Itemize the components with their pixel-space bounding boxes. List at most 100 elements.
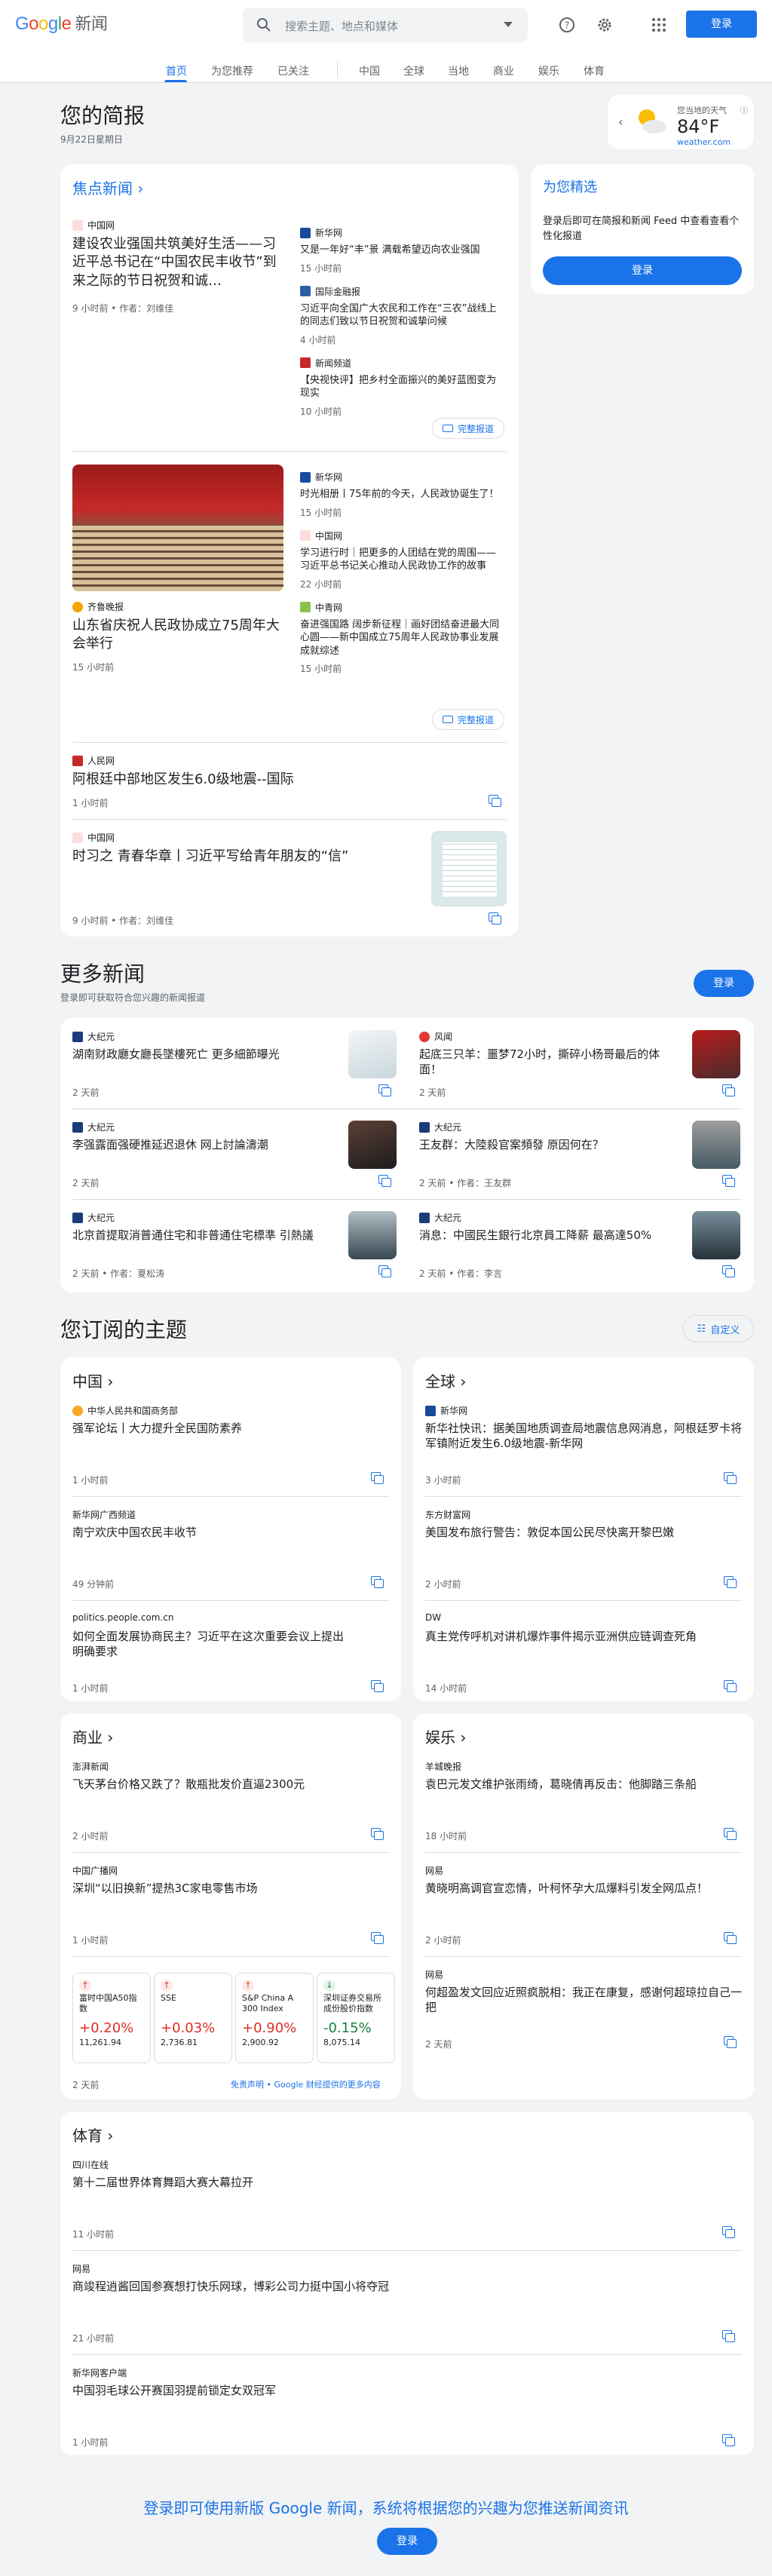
tab-entertainment[interactable]: 娱乐 bbox=[538, 63, 559, 78]
stock-card[interactable]: ↓ 深圳证券交易所成份股价指数 -0.15% 8,075.14 bbox=[317, 1973, 395, 2063]
full-coverage-icon[interactable] bbox=[377, 1264, 398, 1280]
full-coverage-icon[interactable] bbox=[369, 1930, 391, 1947]
full-coverage-icon[interactable] bbox=[487, 793, 508, 810]
tab-sports[interactable]: 体育 bbox=[584, 63, 605, 78]
headline-link[interactable]: 美国发布旅行警告：敦促本国公民尽快离开黎巴嫩 bbox=[425, 1525, 742, 1540]
headline-link[interactable]: 深圳“以旧换新”提热3C家电零售市场 bbox=[72, 1881, 389, 1896]
full-coverage-icon[interactable] bbox=[369, 1470, 391, 1487]
letter-image[interactable] bbox=[431, 831, 507, 906]
headline-link[interactable]: 王友群：大陸殺官案頻發 原因何在？ bbox=[419, 1137, 676, 1152]
full-coverage-icon[interactable] bbox=[722, 2035, 743, 2051]
chevron-left-icon[interactable]: ‹ bbox=[618, 115, 623, 129]
headline-link[interactable]: 黄晓明高调官宣恋情，叶柯怀孕大瓜爆料引发全网瓜点！ bbox=[425, 1881, 742, 1896]
tab-local[interactable]: 当地 bbox=[448, 63, 469, 78]
headline-link[interactable]: 习近平向全国广大农民和工作在“三农”战线上的同志们致以节日祝贺和诚挚问候 bbox=[300, 302, 505, 329]
more-news-signin-button[interactable]: 登录 bbox=[694, 970, 754, 997]
picks-signin-button[interactable]: 登录 bbox=[543, 256, 742, 285]
headline-link[interactable]: 袁巴元发文维护张雨绮，葛晓倩再反击：他脚踏三条船 bbox=[425, 1777, 742, 1792]
topic-heading[interactable]: 娱乐 › bbox=[425, 1725, 466, 1747]
headline-link[interactable]: 时光相册丨75年前的今天，人民政协诞生了！ bbox=[300, 488, 505, 501]
stock-card[interactable]: ↑ SSE +0.03% 2,736.81 bbox=[154, 1973, 232, 2063]
headline-link[interactable]: 山东省庆祝人民政协成立75周年大会举行 bbox=[72, 617, 283, 654]
headline-link[interactable]: 真主党传呼机对讲机爆炸事件揭示亚洲供应链调查死角 bbox=[425, 1629, 697, 1644]
footer-signin-button[interactable]: 登录 bbox=[377, 2528, 437, 2555]
headline-link[interactable]: 起底三只羊：噩梦72小时，撕碎小杨哥最后的体面！ bbox=[419, 1047, 676, 1078]
headline-link[interactable]: 李强露面强硬推延迟退休 网上討論濤潮 bbox=[72, 1137, 344, 1152]
full-coverage-icon[interactable] bbox=[722, 1930, 743, 1947]
full-coverage-icon[interactable] bbox=[369, 1575, 391, 1591]
finance-disclaimer-link[interactable]: 免责声明 • Google 财经提供的更多内容 bbox=[231, 2078, 381, 2090]
story-thumbnail[interactable] bbox=[692, 1121, 740, 1169]
full-coverage-button[interactable]: 完整报道 bbox=[432, 709, 504, 730]
headline-link[interactable]: 强军论坛丨大力提升全民国防素养 bbox=[72, 1421, 389, 1436]
apps-grid-icon[interactable] bbox=[650, 16, 668, 34]
headline-link[interactable]: 南宁欢庆中国农民丰收节 bbox=[72, 1525, 389, 1540]
full-coverage-icon[interactable] bbox=[721, 1264, 742, 1280]
google-news-logo[interactable]: Google 新闻 bbox=[15, 11, 108, 35]
story-time: 10 小时前 bbox=[300, 406, 342, 417]
search-box[interactable]: 搜索主题、地点和媒体 bbox=[243, 8, 528, 42]
full-coverage-icon[interactable] bbox=[369, 1826, 391, 1843]
headline-link[interactable]: 商竣程逍酱回国参赛想打快乐网球，博彩公司力挺中国小将夺冠 bbox=[72, 2279, 721, 2294]
headline-link[interactable]: 中国羽毛球公开赛国羽提前锁定女双冠军 bbox=[72, 2383, 721, 2398]
headline-link[interactable]: 又是一年好“丰”景 满载希望迈向农业强国 bbox=[300, 244, 505, 257]
full-coverage-icon[interactable] bbox=[722, 1470, 743, 1487]
stock-card[interactable]: ↑ S&P China A 300 Index (CNY) +0.90% 2,9… bbox=[235, 1973, 314, 2063]
headline-link[interactable]: 飞天茅台价格又跌了？散瓶批发价直逼2300元 bbox=[72, 1777, 389, 1792]
settings-gear-icon[interactable] bbox=[596, 16, 614, 34]
headline-link[interactable]: 建设农业强国共筑美好生活——习近平总书记在“中国农民丰收节”到来之际的节日祝贺和… bbox=[72, 235, 283, 290]
full-coverage-icon[interactable] bbox=[721, 2433, 742, 2449]
picks-title[interactable]: 为您精选 bbox=[543, 176, 597, 196]
full-coverage-icon[interactable] bbox=[487, 911, 508, 928]
headline-link[interactable]: 第十二届世界体育舞蹈大赛大幕拉开 bbox=[72, 2175, 721, 2190]
topic-heading[interactable]: 全球 › bbox=[425, 1369, 466, 1391]
chevron-down-icon[interactable] bbox=[504, 22, 513, 28]
full-coverage-icon[interactable] bbox=[369, 1679, 391, 1695]
headline-link[interactable]: 何超盈发文回应近照疯脱相：我正在康复，感谢何超琼拉自己一把 bbox=[425, 1985, 742, 2016]
headline-link[interactable]: 奋进强国路 阔步新征程｜画好团结奋进最大同心圆——新中国成立75周年人民政协事业… bbox=[300, 618, 505, 658]
headline-link[interactable]: 【央视快评】把乡村全面振兴的美好蓝图变为现实 bbox=[300, 374, 505, 400]
full-coverage-icon[interactable] bbox=[721, 2329, 742, 2345]
signin-button[interactable]: 登录 bbox=[686, 11, 757, 38]
customize-button[interactable]: ☷ 自定义 bbox=[683, 1315, 754, 1342]
headline-link[interactable]: 消息：中國民生銀行北京員工降薪 最高達50% bbox=[419, 1228, 676, 1243]
topic-heading[interactable]: 中国 › bbox=[72, 1369, 113, 1391]
tab-for-you[interactable]: 为您推荐 bbox=[211, 63, 253, 78]
story-thumbnail[interactable] bbox=[348, 1030, 397, 1078]
top-stories-heading[interactable]: 焦点新闻 › bbox=[72, 176, 143, 198]
stock-card[interactable]: ↑ 富时中国A50指数 +0.20% 11,261.94 bbox=[72, 1973, 151, 2063]
full-coverage-icon[interactable] bbox=[377, 1173, 398, 1190]
info-icon[interactable]: ⓘ bbox=[740, 104, 748, 115]
full-coverage-icon[interactable] bbox=[721, 2225, 742, 2241]
full-coverage-icon[interactable] bbox=[721, 1173, 742, 1190]
full-coverage-icon[interactable] bbox=[722, 1826, 743, 1843]
tab-china[interactable]: 中国 bbox=[359, 63, 380, 78]
headline-link[interactable]: 湖南财政廳女廳長墜樓死亡 更多細節曝光 bbox=[72, 1047, 344, 1062]
full-coverage-button[interactable]: 完整报道 bbox=[432, 418, 504, 439]
assembly-hall-photo[interactable] bbox=[72, 465, 283, 591]
topic-heading[interactable]: 体育 › bbox=[72, 2124, 113, 2145]
story-thumbnail[interactable] bbox=[348, 1121, 397, 1169]
weather-source-link[interactable]: weather.com bbox=[677, 137, 731, 147]
headline-link[interactable]: 学习进行时｜把更多的人团结在党的周围——习近平总书记关心推动人民政协工作的故事 bbox=[300, 547, 505, 573]
headline-link[interactable]: 北京首提取消普通住宅和非普通住宅標準 引熱議 bbox=[72, 1228, 344, 1243]
story-thumbnail[interactable] bbox=[692, 1030, 740, 1078]
search-icon[interactable] bbox=[256, 17, 271, 32]
tab-following[interactable]: 已关注 bbox=[277, 63, 309, 78]
tab-business[interactable]: 商业 bbox=[493, 63, 514, 78]
headline-link[interactable]: 如何全面发展协商民主？习近平在这次重要会议上提出明确要求 bbox=[72, 1629, 344, 1660]
topic-heading[interactable]: 商业 › bbox=[72, 1725, 113, 1747]
full-coverage-icon[interactable] bbox=[722, 1575, 743, 1591]
help-icon[interactable]: ? bbox=[558, 16, 576, 34]
tab-home[interactable]: 首页 bbox=[166, 63, 187, 78]
weather-widget[interactable]: ‹ 您当地的天气 84°F weather.com ⓘ bbox=[608, 95, 754, 149]
full-coverage-icon[interactable] bbox=[721, 1083, 742, 1099]
tab-world[interactable]: 全球 bbox=[403, 63, 424, 78]
story-thumbnail[interactable] bbox=[348, 1211, 397, 1259]
story-thumbnail[interactable] bbox=[692, 1211, 740, 1259]
headline-link[interactable]: 阿根廷中部地区发生6.0级地震--国际 bbox=[72, 771, 479, 789]
headline-link[interactable]: 新华社快讯：据美国地质调查局地震信息网消息，阿根廷罗卡将军镇附近发生6.0级地震… bbox=[425, 1421, 742, 1452]
full-coverage-icon[interactable] bbox=[377, 1083, 398, 1099]
full-coverage-icon[interactable] bbox=[722, 1679, 743, 1695]
headline-link[interactable]: 时习之 青春华章丨习近平写给青年朋友的“信” bbox=[72, 848, 419, 866]
